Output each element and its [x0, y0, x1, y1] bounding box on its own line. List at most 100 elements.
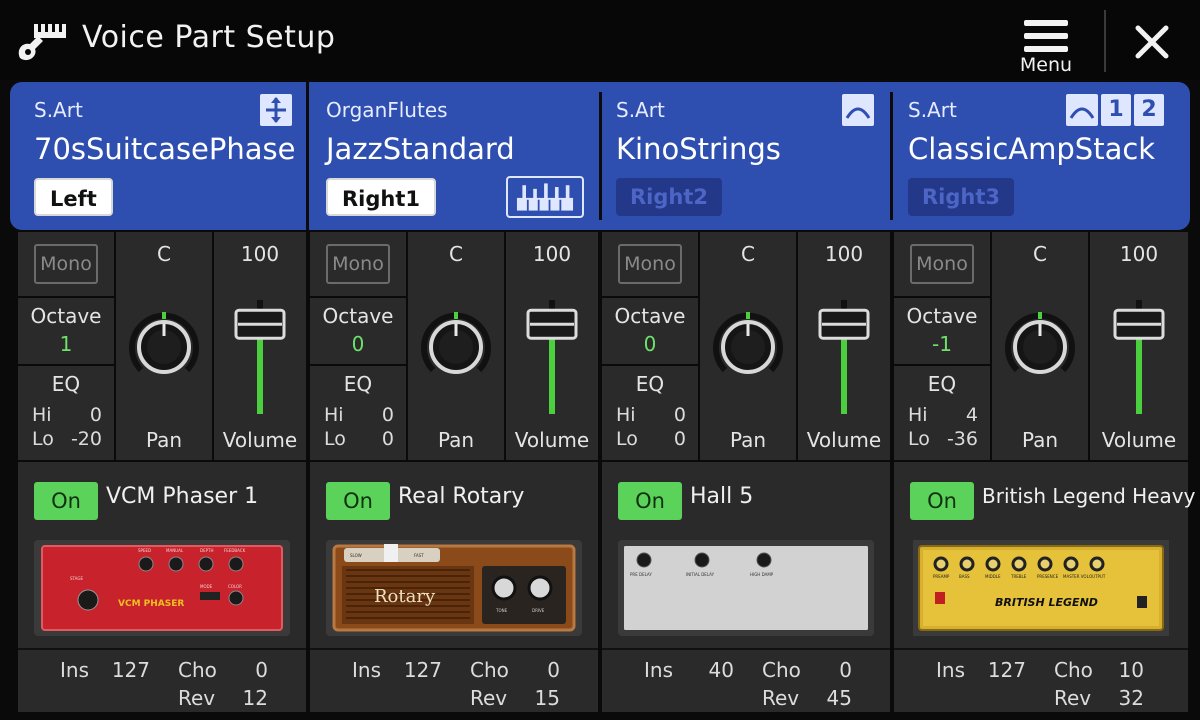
- effect-name[interactable]: British Legend Heavy 1: [982, 484, 1200, 508]
- effect-column: On Hall 5 PRE DELAY INITIAL DELAY HIGH DAMP I…: [602, 462, 890, 712]
- effect-knob-label: COLOR: [228, 584, 242, 589]
- effect-knob-label: BASS: [959, 574, 970, 579]
- insertion-send[interactable]: Ins 40: [644, 658, 734, 682]
- pan-value: C: [449, 242, 463, 266]
- pan-value: C: [157, 242, 171, 266]
- pan-knob[interactable]: [419, 310, 493, 384]
- part-head-left[interactable]: S.Art 70sSuitcasePhase Left: [10, 82, 304, 230]
- chorus-send[interactable]: Cho 0: [178, 658, 268, 682]
- eq-cell[interactable]: EQ Hi 0 Lo -20: [18, 366, 114, 460]
- organ-drawbars-icon[interactable]: [506, 176, 584, 218]
- mono-button[interactable]: Mono: [910, 244, 974, 284]
- insertion-send[interactable]: Ins 127: [60, 658, 150, 682]
- effect-knob-label: TREBLE: [1010, 574, 1027, 579]
- ins-label: Ins: [60, 658, 89, 682]
- close-icon[interactable]: [1126, 18, 1178, 66]
- eq-cell[interactable]: EQ Hi 0 Lo 0: [602, 366, 698, 460]
- voice-category: S.Art: [908, 98, 957, 122]
- effect-column: On British Legend Heavy 1 BRITISH LEGEND PR…: [894, 462, 1200, 712]
- part-button-right3[interactable]: Right3: [908, 178, 1015, 216]
- effect-knob-label: STAGE: [70, 576, 83, 581]
- chorus-send[interactable]: Cho 0: [762, 658, 852, 682]
- part-head-right3[interactable]: S.Art 1 2 ClassicAmpStack Right3: [894, 82, 1190, 230]
- effect-name[interactable]: Hall 5: [690, 484, 753, 509]
- reverb-send[interactable]: Rev 15: [470, 686, 560, 710]
- volume-fader[interactable]: [522, 280, 582, 420]
- effect-knob-label: MANUAL: [166, 548, 184, 553]
- volume-cell: 100 Volume: [214, 232, 306, 460]
- effect-on-button[interactable]: On: [618, 482, 682, 520]
- cho-value: 0: [255, 658, 268, 682]
- volume-fader[interactable]: [230, 280, 290, 420]
- bow-arc-icon: [842, 94, 874, 126]
- rev-value: 45: [826, 686, 852, 710]
- volume-value: 100: [240, 242, 280, 266]
- voice-name: KinoStrings: [616, 132, 781, 166]
- part-button-right2[interactable]: Right2: [616, 178, 723, 216]
- mono-cell: Mono: [602, 232, 698, 296]
- octave-label: Octave: [30, 304, 102, 328]
- insertion-send[interactable]: Ins 127: [352, 658, 442, 682]
- part-button-right1[interactable]: Right1: [326, 178, 437, 216]
- effect-on-button[interactable]: On: [326, 482, 390, 520]
- effect-name[interactable]: VCM Phaser 1: [106, 484, 258, 509]
- pan-label: Pan: [729, 428, 767, 452]
- part-head-right1[interactable]: OrganFlutes JazzStandard Right1: [310, 82, 598, 230]
- effect-knob-label: SPEED: [138, 548, 151, 553]
- cho-label: Cho: [1054, 658, 1093, 682]
- part-head-right2[interactable]: S.Art KinoStrings Right2: [602, 82, 890, 230]
- reverb-send[interactable]: Rev 32: [1054, 686, 1144, 710]
- effect-knob-label: PREAMP: [933, 574, 950, 579]
- mono-button[interactable]: Mono: [326, 244, 390, 284]
- cho-value: 0: [839, 658, 852, 682]
- octave-cell[interactable]: Octave 0: [602, 298, 698, 364]
- effect-name[interactable]: Real Rotary: [398, 484, 524, 509]
- rev-label: Rev: [470, 686, 508, 710]
- mono-button[interactable]: Mono: [618, 244, 682, 284]
- eq-hi-label: Hi: [908, 404, 928, 426]
- part-divider: [890, 92, 893, 220]
- voice-category: S.Art: [616, 98, 665, 122]
- ins-value: 127: [403, 658, 442, 682]
- eq-hi-label: Hi: [32, 404, 52, 426]
- pan-knob[interactable]: [711, 310, 785, 384]
- menu-button[interactable]: Menu: [1014, 12, 1078, 76]
- reverb-send[interactable]: Rev 45: [762, 686, 852, 710]
- reverb-send[interactable]: Rev 12: [178, 686, 268, 710]
- effect-on-button[interactable]: On: [34, 482, 98, 520]
- octave-cell[interactable]: Octave -1: [894, 298, 990, 364]
- eq-cell[interactable]: EQ Hi 0 Lo 0: [310, 366, 406, 460]
- volume-cell: 100 Volume: [798, 232, 890, 460]
- mono-button[interactable]: Mono: [34, 244, 98, 284]
- chorus-send[interactable]: Cho 0: [470, 658, 560, 682]
- effect-divider: [602, 648, 890, 650]
- mixer-area: Mono Octave 1 EQ Hi 0 Lo -20 C Pan 100 Volume Mono O…: [18, 232, 1188, 460]
- eq-hi-label: Hi: [324, 404, 344, 426]
- effect-knob-label: DEPTH: [200, 548, 213, 553]
- pan-knob[interactable]: [127, 310, 201, 384]
- eq-hi-label: Hi: [616, 404, 636, 426]
- vertical-arrows-icon: [260, 94, 292, 126]
- eq-hi-value: 0: [673, 404, 686, 426]
- chorus-send[interactable]: Cho 10: [1054, 658, 1144, 682]
- effect-on-button[interactable]: On: [910, 482, 974, 520]
- volume-fader[interactable]: [814, 280, 874, 420]
- pan-knob[interactable]: [1003, 310, 1077, 384]
- keyboard-guitar-icon: [18, 24, 66, 61]
- part-button-left[interactable]: Left: [34, 178, 113, 216]
- volume-cell: 100 Volume: [506, 232, 598, 460]
- reverb-effect-image: PRE DELAY INITIAL DELAY HIGH DAMP: [618, 540, 874, 636]
- volume-label: Volume: [1101, 428, 1177, 452]
- title-divider: [1104, 10, 1106, 72]
- pan-label: Pan: [145, 428, 183, 452]
- eq-cell[interactable]: EQ Hi 4 Lo -36: [894, 366, 990, 460]
- insertion-send[interactable]: Ins 127: [936, 658, 1026, 682]
- part-badge-1: 1: [1101, 94, 1131, 126]
- eq-lo-value: -36: [946, 428, 978, 450]
- octave-cell[interactable]: Octave 1: [18, 298, 114, 364]
- volume-fader[interactable]: [1109, 280, 1169, 420]
- eq-label: EQ: [927, 372, 957, 396]
- octave-cell[interactable]: Octave 0: [310, 298, 406, 364]
- mono-cell: Mono: [18, 232, 114, 296]
- volume-value: 100: [532, 242, 572, 266]
